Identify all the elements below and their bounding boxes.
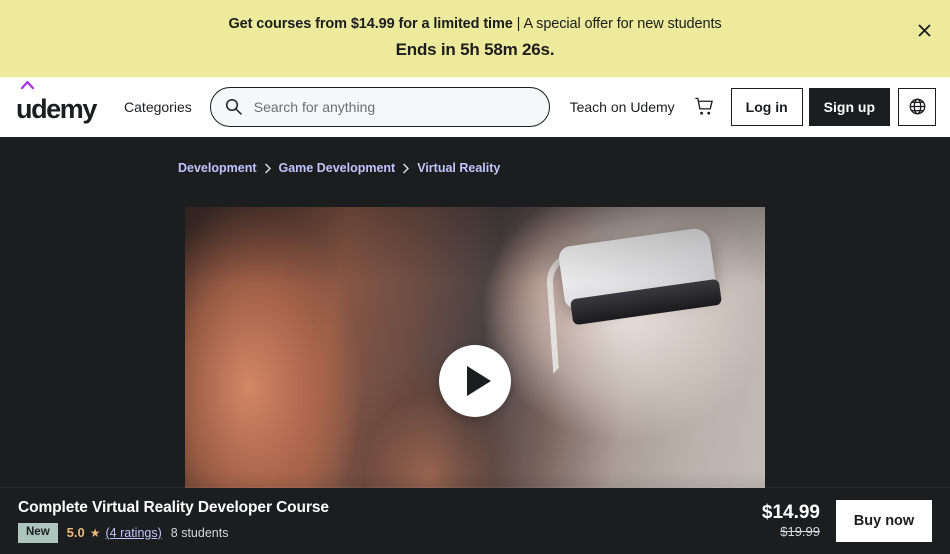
globe-icon[interactable]: [898, 87, 936, 126]
site-header: udemy Categories Teach on Udemy Log in S…: [0, 77, 950, 137]
sticky-bar-purchase: $14.99 $19.99 Buy now: [762, 500, 932, 542]
signup-button[interactable]: Sign up: [808, 87, 890, 126]
teach-on-udemy-link[interactable]: Teach on Udemy: [562, 91, 683, 123]
chevron-right-icon: [402, 162, 410, 174]
promo-countdown: Ends in 5h 58m 26s.: [395, 39, 555, 59]
play-triangle: [466, 365, 491, 396]
price-current: $14.99: [761, 501, 820, 523]
logo-text: udemy: [16, 94, 97, 124]
price-original: $19.99: [780, 524, 820, 540]
vr-headset-visor: [569, 278, 723, 326]
breadcrumb-item-game-development[interactable]: Game Development: [279, 161, 396, 175]
breadcrumb-item-virtual-reality[interactable]: Virtual Reality: [417, 161, 500, 175]
sticky-purchase-bar: Complete Virtual Reality Developer Cours…: [0, 488, 950, 554]
ratings-count-link[interactable]: (4 ratings): [106, 526, 162, 540]
search-icon: [225, 98, 242, 115]
login-button[interactable]: Log in: [730, 87, 803, 126]
udemy-logo[interactable]: udemy: [16, 81, 97, 124]
promo-headline-rest: A special offer for new students: [523, 16, 722, 33]
promo-banner: Get courses from $14.99 for a limited ti…: [0, 0, 950, 77]
course-meta: New 5.0 ★ (4 ratings) 8 students: [18, 523, 762, 543]
nav-categories[interactable]: Categories: [114, 91, 202, 123]
logo-circumflex-icon: [21, 81, 34, 89]
search-input[interactable]: [253, 98, 535, 115]
vr-headset-strap: [544, 252, 584, 374]
chevron-right-icon: [264, 162, 272, 174]
page-title: Complete Virtual Reality Developer Cours…: [18, 499, 329, 517]
close-icon[interactable]: [910, 16, 938, 44]
breadcrumb-item-development[interactable]: Development: [178, 161, 257, 175]
students-count: 8 students: [170, 525, 229, 540]
price-block: $14.99 $19.99: [762, 502, 820, 541]
sticky-bar-course-info: Complete Virtual Reality Developer Cours…: [18, 499, 762, 543]
star-icon: ★: [89, 525, 101, 540]
promo-headline-strong: Get courses from $14.99 for a limited ti…: [228, 16, 513, 33]
rating-value: 5.0: [66, 525, 85, 541]
breadcrumb: Development Game Development Virtual Rea…: [178, 161, 500, 175]
buy-now-button[interactable]: Buy now: [836, 500, 932, 542]
promo-headline: Get courses from $14.99 for a limited ti…: [228, 15, 721, 35]
play-icon[interactable]: [439, 344, 511, 417]
promo-banner-content: Get courses from $14.99 for a limited ti…: [228, 15, 721, 62]
promo-headline-separator: |: [512, 16, 524, 33]
vr-headset: [557, 226, 717, 310]
status-badge: New: [18, 523, 58, 543]
shopping-cart-icon[interactable]: [687, 90, 721, 124]
search-bar[interactable]: [209, 86, 550, 127]
